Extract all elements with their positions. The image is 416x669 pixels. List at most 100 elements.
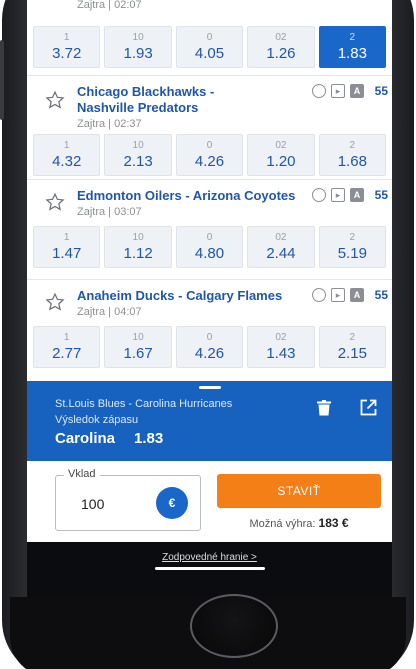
bet-count[interactable]: 55	[375, 188, 388, 202]
match-icons: ▸ A	[312, 84, 364, 98]
match-time: Zajtra | 02:07	[77, 0, 142, 11]
currency-euro-button[interactable]: €	[156, 487, 188, 519]
a-badge-icon: A	[350, 288, 364, 302]
place-bet-button[interactable]: STAVIŤ	[217, 474, 381, 508]
odd-button-10[interactable]: 10 1.67	[104, 326, 172, 368]
odd-label: 10	[132, 140, 144, 151]
slip-match-name: St.Louis Blues - Carolina Hurricanes	[55, 398, 233, 410]
star-outline-icon[interactable]	[45, 192, 65, 212]
odd-button-02[interactable]: 02 1.20	[247, 134, 315, 176]
match-icons: ▸ A	[312, 188, 364, 202]
teams-line: Edmonton Oilers - Arizona Coyotes	[77, 188, 296, 203]
tv-icon: ▸	[331, 188, 345, 202]
odds-row: 1 4.32 10 2.13 0 4.26 02 1.20 2 1.68	[27, 134, 392, 184]
possible-win-value: 183 €	[318, 516, 349, 530]
odd-label: 2	[349, 332, 356, 343]
odd-button-2-selected[interactable]: 2 1.83	[318, 26, 387, 68]
match-card[interactable]: Edmonton Oilers - Arizona Coyotes Zajtra…	[27, 180, 392, 280]
odd-label: 2	[349, 32, 356, 43]
stake-input-value[interactable]: 100	[81, 496, 104, 512]
stake-panel: Vklad 100 € STAVIŤ Možná výhra: 183 €	[27, 461, 392, 542]
odd-value: 1.68	[337, 153, 367, 170]
match-card[interactable]: Chicago Blackhawks - Nashville Predators…	[27, 76, 392, 180]
odd-value: 1.83	[337, 45, 367, 62]
odd-button-1[interactable]: 1 4.32	[33, 134, 101, 176]
phone-side-button	[0, 40, 4, 120]
odd-label: 02	[275, 232, 287, 243]
odd-label: 10	[132, 32, 144, 43]
odd-button-0[interactable]: 0 4.80	[175, 226, 244, 268]
odds-row: 1 2.77 10 1.67 0 4.26 02 1.43 2 2.15	[27, 326, 392, 376]
match-teams: Edmonton Oilers - Arizona Coyotes	[77, 188, 295, 204]
odd-button-2[interactable]: 2 5.19	[318, 226, 387, 268]
odd-label: 1	[63, 140, 70, 151]
match-teams: Anaheim Ducks - Calgary Flames	[77, 288, 282, 304]
possible-win: Možná výhra: 183 €	[217, 516, 381, 530]
odd-button-2[interactable]: 2 1.68	[318, 134, 387, 176]
odd-label: 2	[349, 140, 356, 151]
odd-button-0[interactable]: 0 4.05	[175, 26, 244, 68]
odd-value: 4.80	[194, 245, 225, 262]
match-list: Zajtra | 02:07 1 3.72 10 1.93 0 4.05 02 1.26…	[27, 0, 392, 384]
bet-count[interactable]: 55	[375, 84, 388, 98]
slip-odd: 1.83	[134, 430, 164, 447]
odd-button-10[interactable]: 10 1.93	[104, 26, 172, 68]
match-icons: ▸ A	[312, 288, 364, 302]
odd-button-1[interactable]: 1 3.72	[33, 26, 101, 68]
odd-value: 5.19	[337, 245, 367, 262]
star-outline-icon[interactable]	[45, 90, 65, 110]
stopwatch-icon	[312, 84, 326, 98]
odd-button-02[interactable]: 02 1.43	[247, 326, 315, 368]
odd-label: 2	[349, 232, 356, 243]
match-time: Zajtra | 02:37	[77, 118, 142, 130]
screen: Zajtra | 02:07 1 3.72 10 1.93 0 4.05 02 1.26…	[27, 0, 392, 597]
odd-button-10[interactable]: 10 2.13	[104, 134, 172, 176]
odd-value: 1.12	[123, 245, 153, 262]
possible-win-label: Možná výhra:	[249, 518, 316, 530]
odd-label: 1	[63, 32, 70, 43]
odd-label: 0	[206, 140, 213, 151]
phone-home-button[interactable]	[190, 594, 278, 658]
odd-value: 1.26	[266, 45, 296, 62]
odd-label: 1	[63, 232, 70, 243]
odd-label: 10	[132, 332, 144, 343]
odd-value: 1.67	[123, 345, 153, 362]
stake-field[interactable]: Vklad 100 €	[55, 468, 201, 531]
odd-button-1[interactable]: 1 1.47	[33, 226, 101, 268]
odd-label: 0	[206, 332, 213, 343]
odd-value: 4.05	[194, 45, 225, 62]
odd-label: 02	[275, 332, 287, 343]
tv-icon: ▸	[331, 288, 345, 302]
odd-value: 1.43	[266, 345, 296, 362]
odd-value: 2.77	[52, 345, 82, 362]
odd-button-0[interactable]: 0 4.26	[175, 326, 244, 368]
odds-row: 1 3.72 10 1.93 0 4.05 02 1.26 2 1.83	[27, 26, 392, 76]
odd-button-02[interactable]: 02 2.44	[247, 226, 315, 268]
home-indicator	[155, 567, 265, 570]
footer: Zodpovedné hranie >	[27, 542, 392, 597]
match-time: Zajtra | 04:07	[77, 306, 142, 318]
tv-icon: ▸	[331, 84, 345, 98]
odd-button-2[interactable]: 2 2.15	[318, 326, 387, 368]
responsible-gaming-link[interactable]: Zodpovedné hranie >	[27, 552, 392, 563]
match-card[interactable]: Anaheim Ducks - Calgary Flames Zajtra | …	[27, 280, 392, 384]
odd-button-02[interactable]: 02 1.26	[247, 26, 315, 68]
trash-icon[interactable]	[317, 400, 331, 416]
odd-value: 4.32	[52, 153, 82, 170]
drag-handle[interactable]	[199, 386, 221, 389]
odd-value: 3.72	[52, 45, 82, 62]
odd-label: 1	[63, 332, 70, 343]
odd-value: 1.47	[52, 245, 82, 262]
odd-label: 10	[132, 232, 144, 243]
odd-label: 0	[206, 232, 213, 243]
match-teams: Chicago Blackhawks - Nashville Predators	[77, 84, 214, 116]
odd-button-10[interactable]: 10 1.12	[104, 226, 172, 268]
odd-button-1[interactable]: 1 2.77	[33, 326, 101, 368]
odd-label: 02	[275, 140, 287, 151]
slip-bet-type: Výsledok zápasu	[55, 414, 139, 426]
odd-button-0[interactable]: 0 4.26	[175, 134, 244, 176]
open-external-icon[interactable]	[360, 399, 377, 416]
star-outline-icon[interactable]	[45, 292, 65, 312]
odd-value: 4.26	[194, 345, 225, 362]
bet-count[interactable]: 55	[375, 288, 388, 302]
